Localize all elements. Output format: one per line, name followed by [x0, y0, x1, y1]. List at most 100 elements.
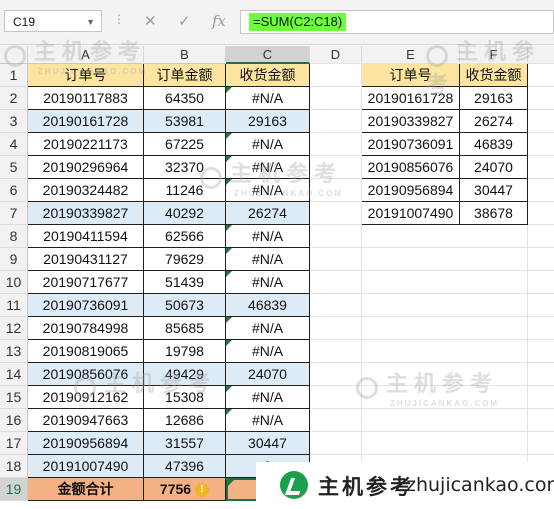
side-received-amount-cell[interactable]: 26274 — [460, 110, 528, 133]
order-amount-cell[interactable]: 85685 — [144, 317, 226, 340]
order-amount-cell[interactable]: 62566 — [144, 225, 226, 248]
received-amount-cell[interactable]: #N/A — [226, 248, 310, 271]
order-number-cell[interactable]: 20190431127 — [28, 248, 144, 271]
order-amount-cell[interactable]: 53981 — [144, 110, 226, 133]
received-amount-cell[interactable]: #N/A — [226, 386, 310, 409]
order-number-cell[interactable]: 20190717677 — [28, 271, 144, 294]
received-amount-cell[interactable]: #N/A — [226, 271, 310, 294]
order-number-cell[interactable]: 20190411594 — [28, 225, 144, 248]
side-order-number-cell[interactable]: 20190736091 — [362, 133, 460, 156]
order-number-cell[interactable]: 20190856076 — [28, 363, 144, 386]
order-amount-cell[interactable]: 50673 — [144, 294, 226, 317]
column-header-e[interactable]: E — [362, 46, 460, 64]
received-amount-cell[interactable]: #N/A — [226, 133, 310, 156]
received-amount-cell[interactable]: #N/A — [226, 409, 310, 432]
row-header-7[interactable]: 7 — [0, 202, 28, 225]
column-header-c[interactable]: C — [226, 46, 310, 64]
formula-input[interactable]: =SUM(C2:C18) — [240, 10, 554, 34]
order-amount-cell[interactable]: 47396 — [144, 455, 226, 478]
total-label-cell[interactable]: 金额合计 — [28, 478, 144, 501]
column-header-f[interactable]: F — [460, 46, 528, 64]
row-header-11[interactable]: 11 — [0, 294, 28, 317]
row-header-1[interactable]: 1 — [0, 64, 28, 87]
order-amount-cell[interactable]: 19798 — [144, 340, 226, 363]
row-header-2[interactable]: 2 — [0, 87, 28, 110]
order-number-cell[interactable]: 20190912162 — [28, 386, 144, 409]
side-order-number-cell[interactable]: 20191007490 — [362, 202, 460, 225]
row-header-6[interactable]: 6 — [0, 179, 28, 202]
order-amount-cell[interactable]: 49429 — [144, 363, 226, 386]
row-header-10[interactable]: 10 — [0, 271, 28, 294]
received-amount-cell[interactable]: #N/A — [226, 317, 310, 340]
order-number-cell[interactable]: 20190819065 — [28, 340, 144, 363]
side-order-number-cell[interactable]: 20190161728 — [362, 87, 460, 110]
side-received-amount-cell[interactable]: 38678 — [460, 202, 528, 225]
order-number-cell[interactable]: 20191007490 — [28, 455, 144, 478]
received-amount-cell[interactable]: 30447 — [226, 432, 310, 455]
received-amount-cell[interactable]: #N/A — [226, 156, 310, 179]
side-order-number-cell[interactable]: 20190856076 — [362, 156, 460, 179]
name-box[interactable]: C19 ▼ — [4, 10, 102, 32]
received-amount-cell[interactable]: #N/A — [226, 225, 310, 248]
row-header-19[interactable]: 19 — [0, 478, 28, 501]
insert-function-icon[interactable]: fx — [212, 12, 226, 30]
order-number-cell[interactable]: 20190221173 — [28, 133, 144, 156]
warning-icon[interactable]: ! — [195, 483, 210, 498]
order-number-cell[interactable]: 20190161728 — [28, 110, 144, 133]
side-received-amount-cell[interactable]: 24070 — [460, 156, 528, 179]
row-header-16[interactable]: 16 — [0, 409, 28, 432]
row-header-8[interactable]: 8 — [0, 225, 28, 248]
order-number-cell[interactable]: 20190784998 — [28, 317, 144, 340]
row-header-13[interactable]: 13 — [0, 340, 28, 363]
row-header-3[interactable]: 3 — [0, 110, 28, 133]
row-header-17[interactable]: 17 — [0, 432, 28, 455]
column-header-d[interactable]: D — [310, 46, 362, 64]
chevron-down-icon[interactable]: ▼ — [86, 11, 95, 33]
order-amount-cell[interactable]: 40292 — [144, 202, 226, 225]
more-icon[interactable]: ⋮ — [113, 12, 126, 26]
side-order-number-cell[interactable]: 20190956894 — [362, 179, 460, 202]
column-header-b[interactable]: B — [144, 46, 226, 64]
order-number-cell[interactable]: 20190117883 — [28, 87, 144, 110]
order-amount-cell[interactable]: 64350 — [144, 87, 226, 110]
order-number-cell[interactable]: 20190947663 — [28, 409, 144, 432]
received-amount-cell[interactable]: 46839 — [226, 294, 310, 317]
order-amount-cell[interactable]: 51439 — [144, 271, 226, 294]
received-amount-cell[interactable]: #N/A — [226, 87, 310, 110]
side-table-header-cell[interactable]: 收货金额 — [460, 64, 528, 87]
row-header-14[interactable]: 14 — [0, 363, 28, 386]
order-number-cell[interactable]: 20190736091 — [28, 294, 144, 317]
row-header-12[interactable]: 12 — [0, 317, 28, 340]
received-amount-cell[interactable]: 24070 — [226, 363, 310, 386]
order-number-cell[interactable]: 20190296964 — [28, 156, 144, 179]
order-amount-cell[interactable]: 32370 — [144, 156, 226, 179]
row-header-5[interactable]: 5 — [0, 156, 28, 179]
side-received-amount-cell[interactable]: 46839 — [460, 133, 528, 156]
order-amount-cell[interactable]: 31557 — [144, 432, 226, 455]
side-order-number-cell[interactable]: 20190339827 — [362, 110, 460, 133]
row-header-9[interactable]: 9 — [0, 248, 28, 271]
row-header-15[interactable]: 15 — [0, 386, 28, 409]
received-amount-cell[interactable]: 26274 — [226, 202, 310, 225]
side-table-header-cell[interactable]: 订单号 — [362, 64, 460, 87]
column-header-a[interactable]: A — [28, 46, 144, 64]
received-amount-cell[interactable]: #N/A — [226, 340, 310, 363]
row-header-4[interactable]: 4 — [0, 133, 28, 156]
select-all-corner[interactable] — [0, 46, 28, 64]
column-header-g[interactable] — [528, 46, 554, 64]
order-amount-cell[interactable]: 12686 — [144, 409, 226, 432]
side-received-amount-cell[interactable]: 29163 — [460, 87, 528, 110]
order-amount-cell[interactable]: 15308 — [144, 386, 226, 409]
cancel-icon[interactable]: ✕ — [144, 12, 157, 30]
order-amount-cell[interactable]: 67225 — [144, 133, 226, 156]
enter-icon[interactable]: ✓ — [178, 12, 191, 30]
table-header-cell[interactable]: 订单金额 — [144, 64, 226, 87]
order-number-cell[interactable]: 20190956894 — [28, 432, 144, 455]
total-amount-cell[interactable]: 7756! — [144, 478, 226, 501]
row-header-18[interactable]: 18 — [0, 455, 28, 478]
order-number-cell[interactable]: 20190324482 — [28, 179, 144, 202]
order-amount-cell[interactable]: 79629 — [144, 248, 226, 271]
order-amount-cell[interactable]: 11246 — [144, 179, 226, 202]
received-amount-cell[interactable]: #N/A — [226, 179, 310, 202]
table-header-cell[interactable]: 收货金额 — [226, 64, 310, 87]
